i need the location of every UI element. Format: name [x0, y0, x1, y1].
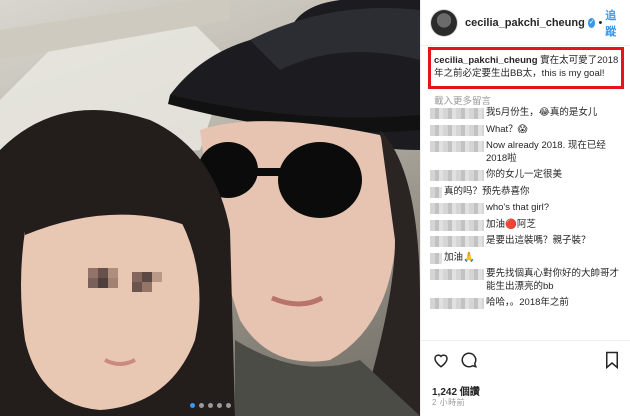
comment-text: 我5月份生，😂真的是女儿: [486, 107, 598, 118]
post-timestamp: 2 小時前: [432, 398, 466, 407]
load-more-comments-link[interactable]: 載入更多留言: [434, 93, 491, 107]
follow-button[interactable]: 追蹤: [605, 7, 622, 39]
blurred-username[interactable]: [430, 203, 484, 214]
comment-item: 加油🔴阿芝: [428, 219, 624, 232]
comment-item: What？😱: [428, 124, 624, 137]
comment-item: who's that girl?: [428, 202, 624, 215]
comment-item: 你的女儿一定很美: [428, 169, 624, 182]
comment-text: 你的女儿一定很美: [486, 169, 563, 180]
blurred-username[interactable]: [430, 124, 484, 136]
blurred-username[interactable]: [430, 108, 484, 119]
comment-text: What？😱: [486, 123, 528, 135]
post-actions-footer: 1,242 個讚 2 小時前: [420, 340, 630, 416]
comment-list: 我5月份生，😂真的是女儿 What？😱 Now already 2018. 现在…: [428, 107, 624, 314]
like-count[interactable]: 1,242 個讚: [432, 383, 480, 398]
photo-illustration: [0, 0, 420, 416]
blurred-username[interactable]: [430, 269, 484, 280]
blurred-username[interactable]: [430, 252, 442, 264]
carousel-dot[interactable]: [189, 403, 195, 408]
username-link[interactable]: cecilia_pakchi_cheung: [465, 17, 585, 29]
blurred-username[interactable]: [430, 236, 484, 247]
post-photo: [0, 0, 420, 416]
verified-badge-icon: ✓: [587, 17, 596, 28]
comment-item: 我5月份生，😂真的是女儿: [428, 107, 624, 120]
carousel-dot[interactable]: [207, 403, 213, 408]
blurred-username[interactable]: [430, 141, 484, 152]
action-bar: [432, 351, 478, 374]
heart-icon[interactable]: [432, 351, 450, 374]
carousel-dot[interactable]: [225, 403, 231, 408]
comment-item: 加油🙏: [428, 252, 624, 265]
carousel-indicator[interactable]: [0, 403, 420, 408]
comment-item: 要先找個真心對你好的大帥哥才能生出漂亮的bb: [428, 268, 624, 293]
blurred-username[interactable]: [430, 298, 484, 309]
post-header: cecilia_pakchi_cheung ✓ • 追蹤: [421, 0, 630, 46]
blurred-username[interactable]: [430, 219, 484, 231]
bookmark-icon[interactable]: [604, 351, 620, 374]
comment-text: 加油🙏: [444, 251, 475, 263]
blurred-username[interactable]: [430, 170, 484, 181]
comment-text: 要先找個真心對你好的大帥哥才能生出漂亮的bb: [486, 268, 620, 292]
comment-text: 真的吗？预先恭喜你: [444, 185, 530, 197]
carousel-dot[interactable]: [198, 403, 204, 408]
comment-item: 哈哈，。2018年之前: [428, 297, 624, 310]
comment-text: 加油🔴阿芝: [486, 218, 536, 230]
comment-text: Now already 2018. 现在已经2018啦: [486, 140, 606, 164]
comment-item: 真的吗？预先恭喜你: [428, 186, 624, 199]
blurred-username[interactable]: [430, 186, 442, 198]
comment-text: who's that girl?: [486, 202, 550, 213]
comment-icon[interactable]: [460, 351, 478, 374]
caption-username[interactable]: cecilia_pakchi_cheung: [434, 55, 538, 66]
comment-text: 哈哈，。2018年之前: [486, 297, 569, 308]
post-caption: cecilia_pakchi_cheung 實在太可愛了2018年之前必定要生出…: [434, 54, 620, 80]
comment-item: Now already 2018. 现在已经2018啦: [428, 140, 624, 165]
carousel-dot[interactable]: [216, 403, 222, 408]
separator-dot: •: [598, 16, 603, 29]
avatar[interactable]: [431, 9, 457, 36]
comment-item: 是要出這裝嗎？親子裝？: [428, 235, 624, 248]
comment-text: 是要出這裝嗎？親子裝？: [486, 235, 591, 246]
